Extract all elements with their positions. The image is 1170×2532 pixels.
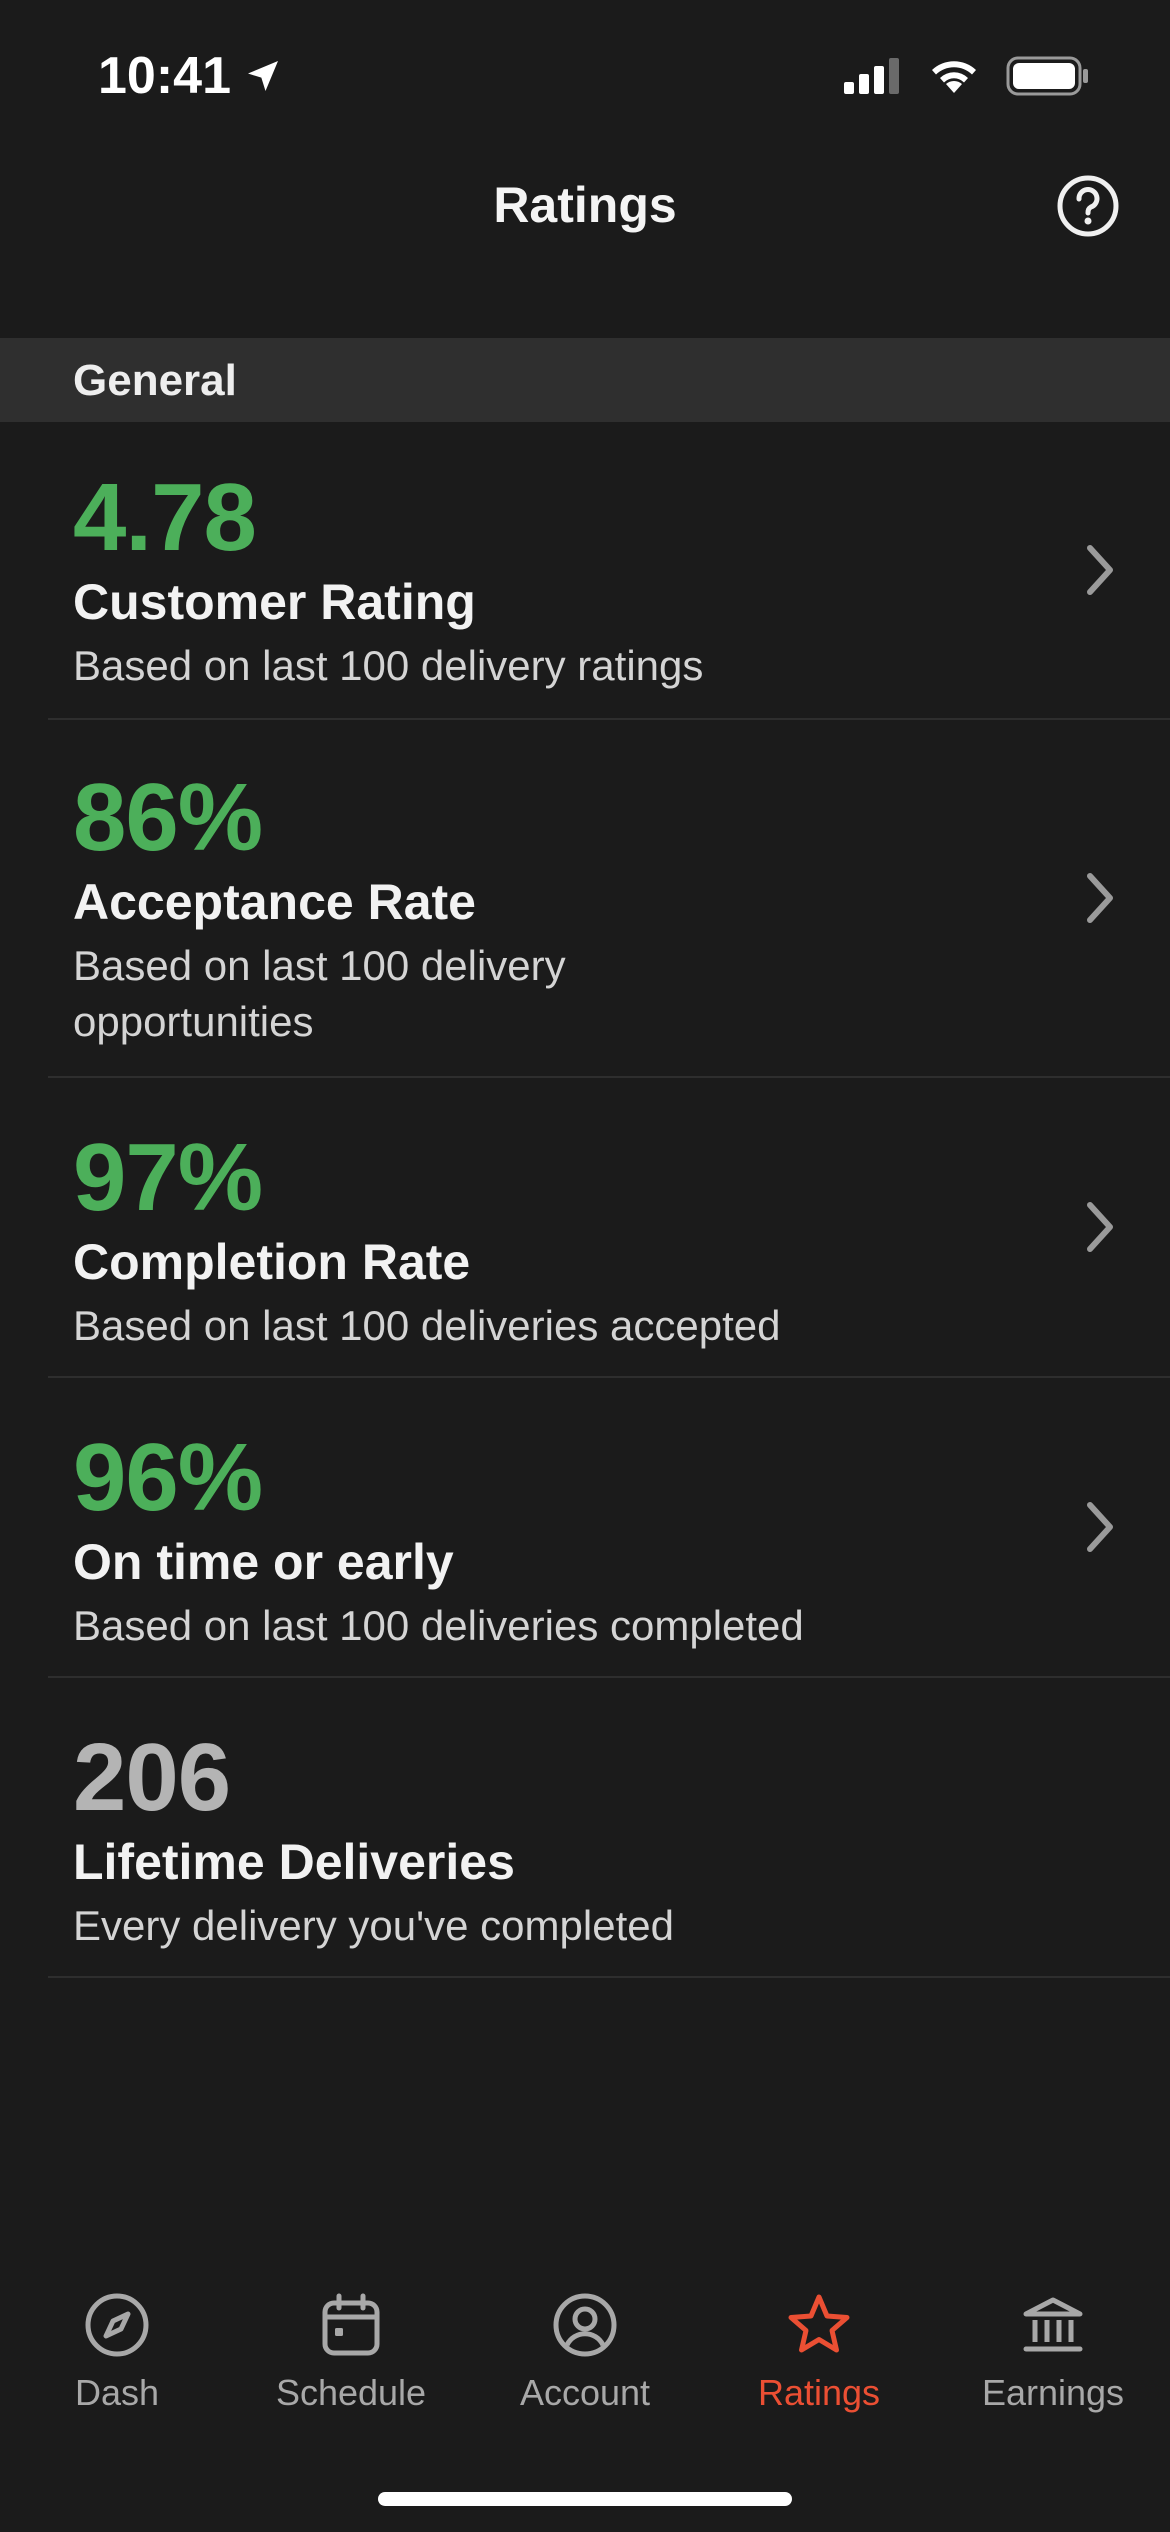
home-indicator: [378, 2492, 792, 2506]
nav-header: Ratings: [0, 150, 1170, 260]
metric-value: 97%: [73, 1124, 263, 1231]
metric-description: Based on last 100 deliveries completed: [73, 1601, 804, 1649]
location-arrow-icon: [248, 61, 278, 91]
metric-label: Acceptance Rate: [73, 874, 476, 930]
metric-description: Based on last 100 deliveries accepted: [73, 1301, 781, 1349]
user-circle-icon: [553, 2293, 617, 2357]
tab-account[interactable]: Account: [468, 2290, 702, 2414]
chevron-right-icon: [1087, 873, 1113, 923]
metric-description: Based on last 100 delivery ratings: [73, 641, 704, 689]
calendar-icon: [322, 2293, 380, 2356]
tab-label: Schedule: [275, 2372, 427, 2413]
status-time: 10:41: [98, 46, 283, 106]
metric-label: Customer Rating: [73, 574, 476, 630]
battery-icon: [1006, 56, 1088, 96]
metric-description: Based on last 100 delivery opportunities: [73, 941, 566, 1046]
chevron-right-icon: [1087, 1202, 1113, 1252]
metric-label: Lifetime Deliveries: [73, 1834, 515, 1890]
metric-label: Completion Rate: [73, 1234, 471, 1290]
wifi-icon: [932, 61, 976, 93]
compass-icon: [85, 2293, 149, 2357]
cellular-signal-icon: [844, 58, 899, 94]
tab-dash[interactable]: Dash: [0, 2290, 234, 2414]
tab-schedule[interactable]: Schedule: [234, 2290, 468, 2414]
tab-label: Earnings: [981, 2372, 1125, 2413]
chevron-right-icon: [1087, 1502, 1113, 1552]
metric-row-on-time[interactable]: 96% On time or early Based on last 100 d…: [48, 1378, 1170, 1678]
bank-icon: [1023, 2297, 1083, 2352]
status-bar: 10:41: [0, 0, 1170, 150]
metric-value: 96%: [73, 1424, 263, 1531]
metric-description: Every delivery you've completed: [73, 1901, 674, 1949]
help-icon: [1057, 175, 1119, 237]
tab-label: Dash: [74, 2372, 160, 2413]
tab-ratings[interactable]: Ratings: [702, 2290, 936, 2414]
help-button[interactable]: [1056, 174, 1120, 238]
status-indicators: [844, 56, 1090, 96]
metric-value: 86%: [73, 764, 263, 871]
tab-earnings[interactable]: Earnings: [936, 2290, 1170, 2414]
metric-value: 4.78: [73, 464, 257, 571]
tab-label: Account: [519, 2372, 651, 2413]
metric-row-completion-rate[interactable]: 97% Completion Rate Based on last 100 de…: [48, 1078, 1170, 1378]
metric-row-customer-rating[interactable]: 4.78 Customer Rating Based on last 100 d…: [48, 422, 1170, 720]
metric-label: On time or early: [73, 1534, 454, 1590]
star-icon: [788, 2294, 850, 2353]
metric-row-acceptance-rate[interactable]: 86% Acceptance Rate Based on last 100 de…: [48, 720, 1170, 1078]
status-time-text: 10:41: [98, 47, 231, 105]
section-header-general: General: [0, 338, 1170, 422]
page-title: Ratings: [493, 177, 677, 233]
section-title: General: [73, 356, 237, 405]
metrics-list: 4.78 Customer Rating Based on last 100 d…: [0, 422, 1170, 1978]
metric-row-lifetime-deliveries: 206 Lifetime Deliveries Every delivery y…: [48, 1678, 1170, 1978]
tab-bar: Dash Schedule Account Ratings Earnings: [0, 2290, 1170, 2430]
tab-label: Ratings: [757, 2372, 881, 2413]
chevron-right-icon: [1087, 545, 1113, 595]
metric-value: 206: [73, 1724, 231, 1831]
